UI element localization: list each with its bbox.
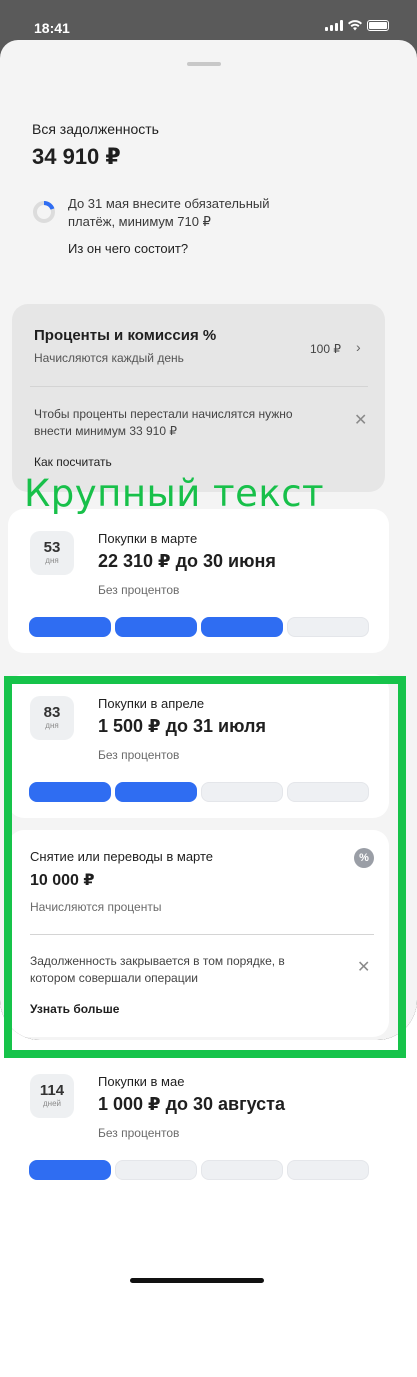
battery-icon — [367, 20, 389, 31]
interest-amount[interactable]: 100 ₽ — [310, 342, 341, 356]
purchase-note: Без процентов — [98, 583, 180, 597]
due-payment-text: До 31 мая внесите обязательный платёж, м… — [68, 196, 270, 229]
chevron-right-icon[interactable]: › — [356, 339, 361, 355]
interest-calc-link[interactable]: Как посчитать — [34, 455, 112, 469]
progress-segment — [115, 1160, 197, 1180]
purchase-title: Покупки в марте — [98, 531, 198, 546]
purchase-title: Покупки в мае — [98, 1074, 185, 1089]
interest-hint: Чтобы проценты перестали начислятся нужн… — [34, 407, 293, 438]
days-unit: дня — [45, 556, 59, 565]
repayment-progress — [29, 1160, 369, 1180]
purchase-amount: 1 000 ₽ до 30 августа — [98, 1094, 285, 1114]
days-number: 114 — [39, 1082, 65, 1099]
progress-segment — [287, 1160, 369, 1180]
progress-ring-icon — [33, 200, 55, 223]
purchase-note: Без процентов — [98, 1126, 180, 1140]
purchase-card[interactable]: 114 дней Покупки в мае 1 000 ₽ до 30 авг… — [8, 1060, 389, 1202]
total-debt-label: Вся задолженность — [32, 121, 159, 137]
purchase-amount: 22 310 ₽ до 30 июня — [98, 551, 276, 571]
total-debt-amount: 34 910 ₽ — [32, 144, 121, 169]
interest-subtitle: Начисляются каждый день — [34, 351, 184, 365]
breakdown-link[interactable]: Из он чего состоит? — [68, 241, 188, 256]
interest-title: Проценты и комиссия % — [34, 327, 217, 344]
large-text-annotation: Крупный текст — [24, 472, 325, 515]
progress-segment — [29, 617, 111, 637]
repayment-progress — [29, 617, 369, 637]
purchase-card[interactable]: 53 дня Покупки в марте 22 310 ₽ до 30 ию… — [8, 509, 389, 653]
interest-divider — [30, 386, 368, 387]
days-unit: дней — [42, 1099, 61, 1108]
home-indicator[interactable] — [130, 1278, 264, 1283]
progress-segment — [287, 617, 369, 637]
progress-segment — [201, 1160, 283, 1180]
progress-segment — [29, 1160, 111, 1180]
sheet-grabber[interactable] — [187, 62, 221, 66]
days-left-badge: 53 дня — [30, 531, 74, 575]
days-left-badge: 114 дней — [30, 1074, 74, 1118]
progress-segment — [115, 617, 197, 637]
status-icons — [325, 20, 389, 31]
interest-card: Проценты и комиссия % Начисляются каждый… — [12, 304, 385, 492]
progress-segment — [201, 617, 283, 637]
wifi-icon — [348, 20, 362, 31]
signal-icon — [325, 20, 343, 31]
days-number: 53 — [43, 539, 61, 556]
status-time: 18:41 — [34, 20, 70, 36]
close-icon[interactable]: ✕ — [354, 410, 367, 430]
highlight-frame — [4, 676, 406, 1058]
